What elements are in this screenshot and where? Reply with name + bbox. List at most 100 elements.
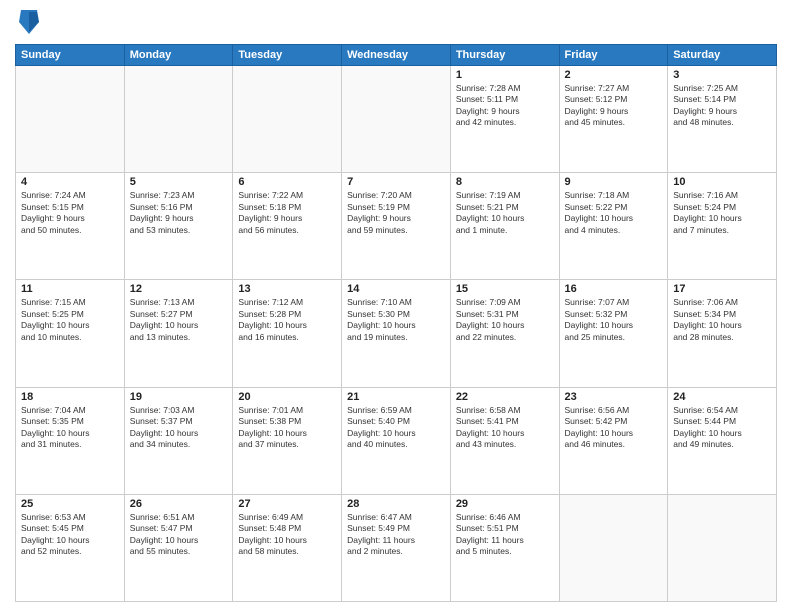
- day-info: Sunrise: 7:22 AM Sunset: 5:18 PM Dayligh…: [238, 190, 336, 236]
- day-info: Sunrise: 7:04 AM Sunset: 5:35 PM Dayligh…: [21, 405, 119, 451]
- day-info: Sunrise: 7:23 AM Sunset: 5:16 PM Dayligh…: [130, 190, 228, 236]
- day-number: 9: [565, 176, 663, 188]
- calendar-cell: 3 Sunrise: 7:25 AM Sunset: 5:14 PM Daylig…: [668, 66, 777, 173]
- day-number: 13: [238, 283, 336, 295]
- calendar-week-4: 25Sunrise: 6:53 AM Sunset: 5:45 PM Dayli…: [16, 494, 777, 601]
- calendar-cell: 17 Sunrise: 7:06 AM Sunset: 5:34 PM Dayli…: [668, 280, 777, 387]
- calendar-cell: [233, 66, 342, 173]
- day-info: Sunrise: 6:59 AM Sunset: 5:40 PM Dayligh…: [347, 405, 445, 451]
- day-number: 5: [130, 176, 228, 188]
- day-info: Sunrise: 7:25 AM Sunset: 5:14 PM Dayligh…: [673, 83, 771, 129]
- logo-icon: [17, 8, 41, 36]
- day-info: Sunrise: 7:18 AM Sunset: 5:22 PM Dayligh…: [565, 190, 663, 236]
- day-number: 15: [456, 283, 554, 295]
- day-info: Sunrise: 7:27 AM Sunset: 5:12 PM Dayligh…: [565, 83, 663, 129]
- calendar-cell: 23Sunrise: 6:56 AM Sunset: 5:42 PM Dayli…: [559, 387, 668, 494]
- day-number: 22: [456, 391, 554, 403]
- calendar-cell: [16, 66, 125, 173]
- day-info: Sunrise: 7:20 AM Sunset: 5:19 PM Dayligh…: [347, 190, 445, 236]
- day-number: 19: [130, 391, 228, 403]
- day-number: 25: [21, 498, 119, 510]
- day-info: Sunrise: 7:19 AM Sunset: 5:21 PM Dayligh…: [456, 190, 554, 236]
- day-number: 26: [130, 498, 228, 510]
- day-info: Sunrise: 7:13 AM Sunset: 5:27 PM Dayligh…: [130, 297, 228, 343]
- header: [15, 10, 777, 36]
- day-number: 14: [347, 283, 445, 295]
- calendar-cell: 19 Sunrise: 7:03 AM Sunset: 5:37 PM Dayli…: [124, 387, 233, 494]
- day-number: 23: [565, 391, 663, 403]
- day-info: Sunrise: 7:09 AM Sunset: 5:31 PM Dayligh…: [456, 297, 554, 343]
- calendar-cell: [559, 494, 668, 601]
- day-info: Sunrise: 6:46 AM Sunset: 5:51 PM Dayligh…: [456, 512, 554, 558]
- calendar-week-1: 4 Sunrise: 7:24 AM Sunset: 5:15 PM Daylig…: [16, 173, 777, 280]
- calendar-cell: 8 Sunrise: 7:19 AM Sunset: 5:21 PM Daylig…: [450, 173, 559, 280]
- calendar-cell: 12 Sunrise: 7:13 AM Sunset: 5:27 PM Dayli…: [124, 280, 233, 387]
- weekday-header-saturday: Saturday: [668, 45, 777, 66]
- day-info: Sunrise: 6:58 AM Sunset: 5:41 PM Dayligh…: [456, 405, 554, 451]
- day-info: Sunrise: 7:28 AM Sunset: 5:11 PM Dayligh…: [456, 83, 554, 129]
- day-number: 20: [238, 391, 336, 403]
- weekday-header-monday: Monday: [124, 45, 233, 66]
- calendar-cell: [668, 494, 777, 601]
- calendar-cell: 20 Sunrise: 7:01 AM Sunset: 5:38 PM Dayli…: [233, 387, 342, 494]
- calendar-cell: 7 Sunrise: 7:20 AM Sunset: 5:19 PM Daylig…: [342, 173, 451, 280]
- calendar-cell: 6 Sunrise: 7:22 AM Sunset: 5:18 PM Daylig…: [233, 173, 342, 280]
- weekday-header-row: SundayMondayTuesdayWednesdayThursdayFrid…: [16, 45, 777, 66]
- calendar-cell: 24Sunrise: 6:54 AM Sunset: 5:44 PM Dayli…: [668, 387, 777, 494]
- calendar-cell: 9 Sunrise: 7:18 AM Sunset: 5:22 PM Daylig…: [559, 173, 668, 280]
- day-info: Sunrise: 6:47 AM Sunset: 5:49 PM Dayligh…: [347, 512, 445, 558]
- day-number: 6: [238, 176, 336, 188]
- weekday-header-thursday: Thursday: [450, 45, 559, 66]
- day-info: Sunrise: 7:03 AM Sunset: 5:37 PM Dayligh…: [130, 405, 228, 451]
- calendar-table: SundayMondayTuesdayWednesdayThursdayFrid…: [15, 44, 777, 602]
- calendar-cell: 26 Sunrise: 6:51 AM Sunset: 5:47 PM Dayli…: [124, 494, 233, 601]
- day-number: 4: [21, 176, 119, 188]
- calendar-cell: 21Sunrise: 6:59 AM Sunset: 5:40 PM Dayli…: [342, 387, 451, 494]
- day-info: Sunrise: 7:12 AM Sunset: 5:28 PM Dayligh…: [238, 297, 336, 343]
- day-info: Sunrise: 6:51 AM Sunset: 5:47 PM Dayligh…: [130, 512, 228, 558]
- day-number: 29: [456, 498, 554, 510]
- day-number: 17: [673, 283, 771, 295]
- day-number: 12: [130, 283, 228, 295]
- day-number: 3: [673, 69, 771, 81]
- day-number: 1: [456, 69, 554, 81]
- day-info: Sunrise: 7:07 AM Sunset: 5:32 PM Dayligh…: [565, 297, 663, 343]
- weekday-header-friday: Friday: [559, 45, 668, 66]
- calendar-week-2: 11 Sunrise: 7:15 AM Sunset: 5:25 PM Dayli…: [16, 280, 777, 387]
- calendar-cell: 28 Sunrise: 6:47 AM Sunset: 5:49 PM Dayli…: [342, 494, 451, 601]
- calendar-cell: 29 Sunrise: 6:46 AM Sunset: 5:51 PM Dayli…: [450, 494, 559, 601]
- calendar-cell: 14 Sunrise: 7:10 AM Sunset: 5:30 PM Dayli…: [342, 280, 451, 387]
- calendar-cell: [124, 66, 233, 173]
- day-number: 24: [673, 391, 771, 403]
- calendar-cell: [342, 66, 451, 173]
- day-info: Sunrise: 7:06 AM Sunset: 5:34 PM Dayligh…: [673, 297, 771, 343]
- calendar-cell: 16Sunrise: 7:07 AM Sunset: 5:32 PM Dayli…: [559, 280, 668, 387]
- day-info: Sunrise: 7:15 AM Sunset: 5:25 PM Dayligh…: [21, 297, 119, 343]
- day-info: Sunrise: 7:16 AM Sunset: 5:24 PM Dayligh…: [673, 190, 771, 236]
- calendar-cell: 22 Sunrise: 6:58 AM Sunset: 5:41 PM Dayli…: [450, 387, 559, 494]
- calendar-cell: 15 Sunrise: 7:09 AM Sunset: 5:31 PM Dayli…: [450, 280, 559, 387]
- weekday-header-sunday: Sunday: [16, 45, 125, 66]
- weekday-header-tuesday: Tuesday: [233, 45, 342, 66]
- day-number: 28: [347, 498, 445, 510]
- calendar-week-0: 1 Sunrise: 7:28 AM Sunset: 5:11 PM Daylig…: [16, 66, 777, 173]
- day-number: 8: [456, 176, 554, 188]
- day-info: Sunrise: 7:24 AM Sunset: 5:15 PM Dayligh…: [21, 190, 119, 236]
- logo: [15, 10, 41, 36]
- calendar-cell: 25Sunrise: 6:53 AM Sunset: 5:45 PM Dayli…: [16, 494, 125, 601]
- day-info: Sunrise: 7:10 AM Sunset: 5:30 PM Dayligh…: [347, 297, 445, 343]
- day-number: 2: [565, 69, 663, 81]
- day-info: Sunrise: 7:01 AM Sunset: 5:38 PM Dayligh…: [238, 405, 336, 451]
- page: SundayMondayTuesdayWednesdayThursdayFrid…: [0, 0, 792, 612]
- day-number: 10: [673, 176, 771, 188]
- calendar-cell: 10 Sunrise: 7:16 AM Sunset: 5:24 PM Dayli…: [668, 173, 777, 280]
- calendar-cell: 2 Sunrise: 7:27 AM Sunset: 5:12 PM Daylig…: [559, 66, 668, 173]
- calendar-cell: 11 Sunrise: 7:15 AM Sunset: 5:25 PM Dayli…: [16, 280, 125, 387]
- day-info: Sunrise: 6:49 AM Sunset: 5:48 PM Dayligh…: [238, 512, 336, 558]
- day-number: 7: [347, 176, 445, 188]
- day-number: 18: [21, 391, 119, 403]
- day-number: 11: [21, 283, 119, 295]
- calendar-week-3: 18 Sunrise: 7:04 AM Sunset: 5:35 PM Dayli…: [16, 387, 777, 494]
- calendar-cell: 18 Sunrise: 7:04 AM Sunset: 5:35 PM Dayli…: [16, 387, 125, 494]
- calendar-cell: 13 Sunrise: 7:12 AM Sunset: 5:28 PM Dayli…: [233, 280, 342, 387]
